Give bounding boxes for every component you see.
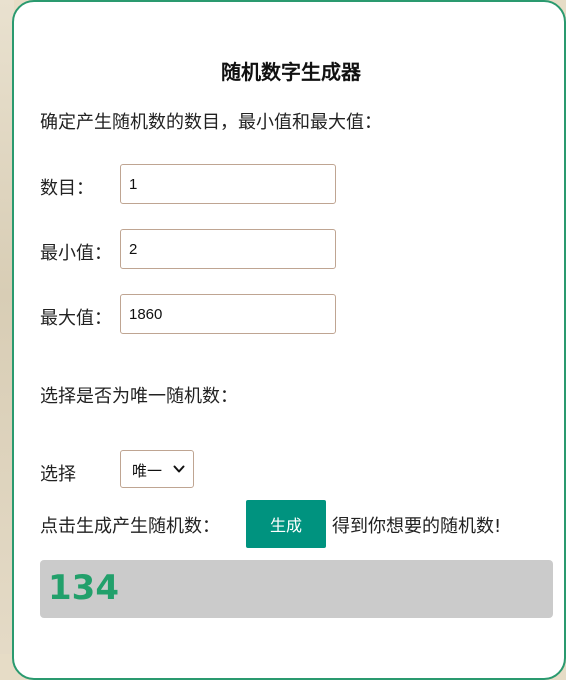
max-label: 最大值： xyxy=(40,308,112,329)
generate-button[interactable]: 生成 xyxy=(246,500,326,548)
min-label: 最小值： xyxy=(40,243,112,264)
generator-card: 随机数字生成器 确定产生随机数的数目，最小值和最大值： 数目： 最小值： 最大值… xyxy=(12,0,566,680)
select-label: 选择 xyxy=(40,464,76,485)
page-title: 随机数字生成器 xyxy=(221,60,361,84)
unique-prompt: 选择是否为唯一随机数： xyxy=(40,386,238,407)
result-value: 134 xyxy=(48,568,119,608)
max-input[interactable] xyxy=(120,294,336,334)
generate-after-text: 得到你想要的随机数! xyxy=(332,516,502,537)
min-input[interactable] xyxy=(120,229,336,269)
intro-text: 确定产生随机数的数目，最小值和最大值： xyxy=(40,112,382,133)
count-label: 数目： xyxy=(40,178,94,199)
generate-prompt: 点击生成产生随机数： xyxy=(40,516,220,537)
unique-select[interactable]: 唯一 xyxy=(120,450,194,488)
result-box: 134 xyxy=(40,560,553,618)
count-input[interactable] xyxy=(120,164,336,204)
chevron-down-icon xyxy=(173,465,185,473)
unique-select-value: 唯一 xyxy=(132,462,163,480)
